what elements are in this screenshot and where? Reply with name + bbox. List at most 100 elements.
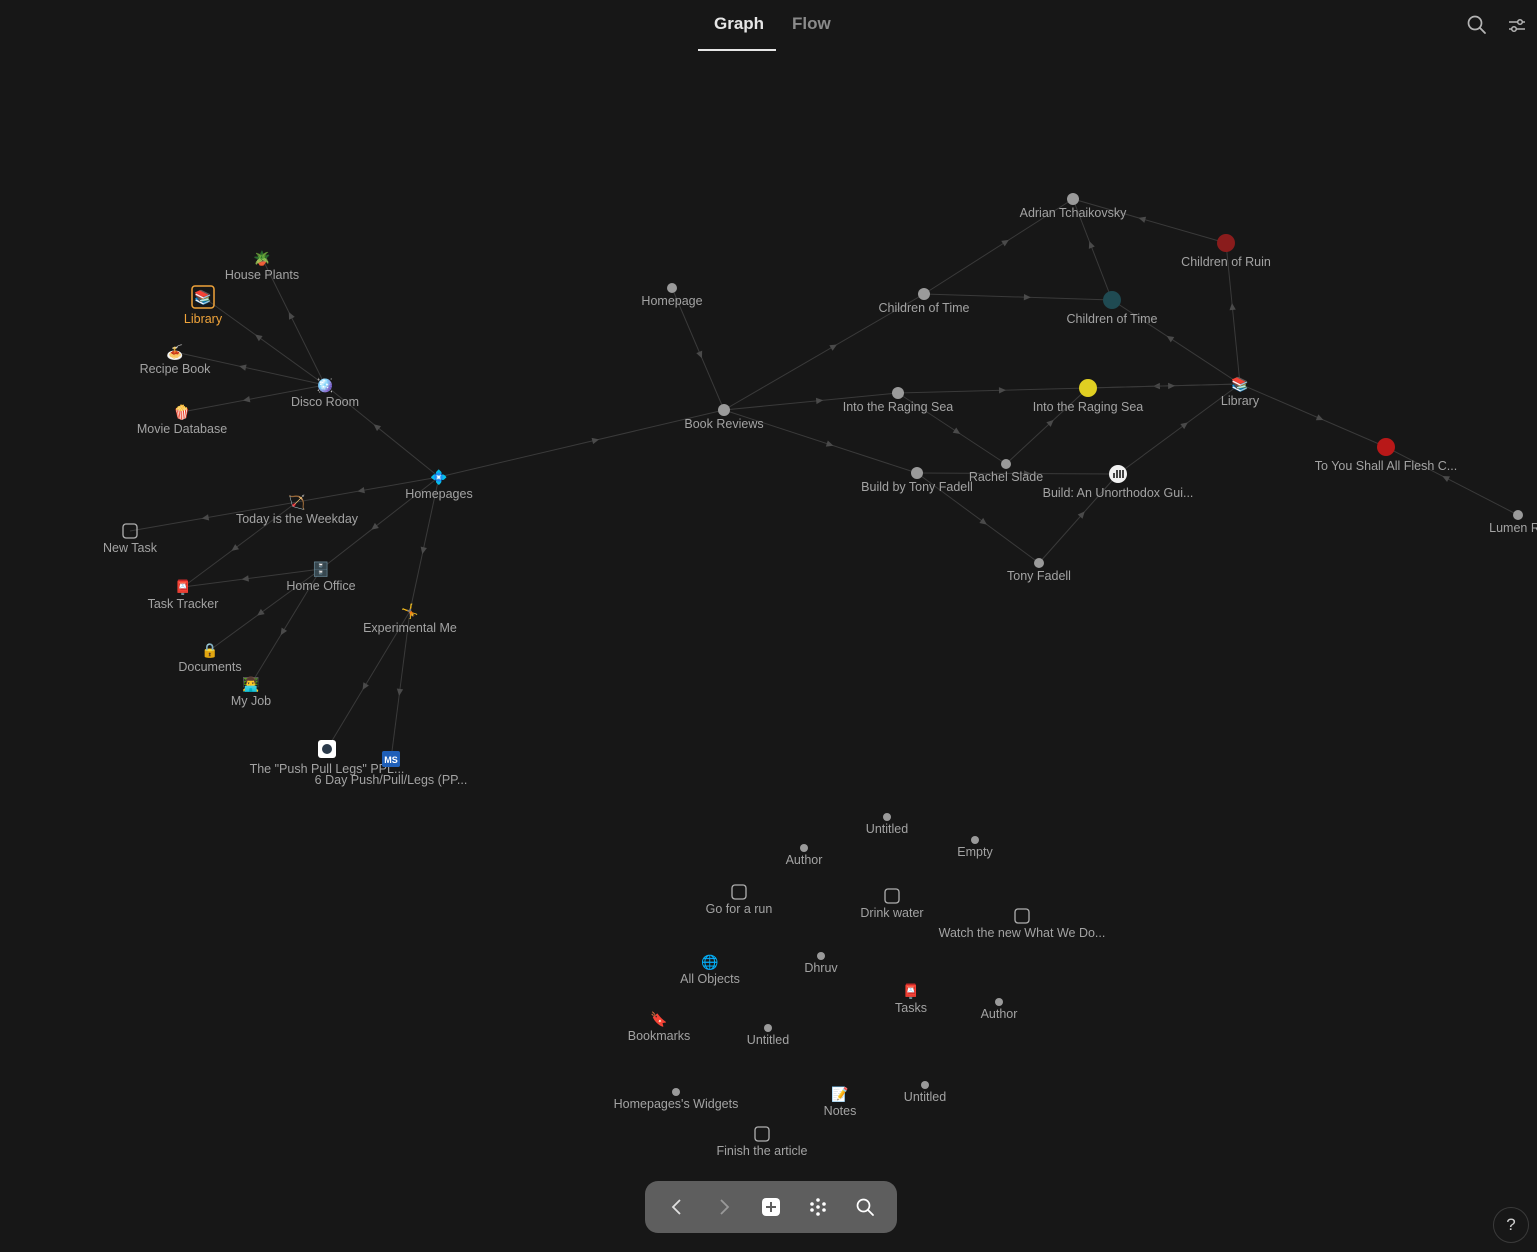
- graph-node-children-ruin[interactable]: Children of Ruin: [1181, 234, 1271, 269]
- bar-glyph: [1122, 470, 1124, 478]
- graph-node-dhruv[interactable]: Dhruv: [804, 952, 838, 975]
- graph-node-house-plants[interactable]: 🪴House Plants: [225, 249, 299, 282]
- node-emoji-icon: 👨‍💻: [242, 676, 259, 693]
- edge-arrow-icon: [952, 427, 961, 434]
- graph-node-lumen[interactable]: Lumen Re: [1489, 510, 1537, 535]
- graph-edge: [1239, 383, 1387, 448]
- graph-node-notes[interactable]: 📝Notes: [824, 1086, 857, 1118]
- graph-nodes: 🪴House Plants📚Library🍝Recipe Book🪩Disco …: [103, 193, 1537, 1158]
- node-dot-icon: [1001, 459, 1011, 469]
- book-cover-icon: [1103, 291, 1121, 309]
- graph-node-my-job[interactable]: 👨‍💻My Job: [231, 676, 271, 708]
- graph-node-build-tony[interactable]: Build by Tony Fadell: [861, 467, 973, 494]
- node-dot-icon: [764, 1024, 772, 1032]
- graph-button[interactable]: [800, 1189, 836, 1225]
- create-button[interactable]: [753, 1189, 789, 1225]
- node-label: Children of Time: [1066, 312, 1157, 326]
- node-emoji-icon: 📮: [174, 579, 191, 596]
- graph-canvas[interactable]: 🪴House Plants📚Library🍝Recipe Book🪩Disco …: [0, 0, 1537, 1252]
- back-button[interactable]: [659, 1189, 695, 1225]
- edge-arrow-icon: [231, 544, 240, 551]
- graph-node-raging-sea-a[interactable]: Into the Raging Sea: [843, 387, 954, 414]
- checkbox-icon: [884, 888, 900, 904]
- graph-node-author-1[interactable]: Author: [786, 844, 823, 867]
- graph-node-book-reviews[interactable]: Book Reviews: [684, 404, 764, 431]
- node-emoji-icon: 🍿: [173, 404, 190, 421]
- bar-glyph: [1113, 473, 1115, 478]
- book-cover-icon: [1377, 438, 1395, 456]
- node-label: Drink water: [860, 906, 923, 920]
- edge-arrow-icon: [396, 688, 404, 696]
- graph-node-disco-room[interactable]: 🪩Disco Room: [291, 377, 359, 409]
- graph-node-author-2[interactable]: Author: [981, 998, 1018, 1021]
- graph-node-empty[interactable]: Empty: [957, 836, 993, 859]
- graph-node-movie-database[interactable]: 🍿Movie Database: [137, 404, 227, 436]
- graph-edge: [438, 409, 725, 478]
- node-label: Tony Fadell: [1007, 569, 1071, 583]
- node-emoji-icon: 🔖: [650, 1011, 667, 1028]
- graph-node-documents[interactable]: 🔒Documents: [178, 642, 241, 674]
- search-icon: [856, 1198, 875, 1216]
- node-label: Untitled: [866, 822, 908, 836]
- node-dot-icon: [911, 467, 923, 479]
- graph-node-untitled-1[interactable]: Untitled: [866, 813, 908, 836]
- graph-node-homepage[interactable]: Homepage: [641, 283, 703, 308]
- graph-node-go-for-run[interactable]: Go for a run: [706, 884, 773, 916]
- graph-node-adrian[interactable]: Adrian Tchaikovsky: [1020, 193, 1128, 220]
- node-label: Homepages: [405, 487, 472, 501]
- graph-node-tasks[interactable]: 📮Tasks: [895, 983, 927, 1015]
- node-dot-icon: [672, 1088, 680, 1096]
- graph-node-rachel-slade[interactable]: Rachel Slade: [969, 459, 1043, 484]
- edge-arrow-icon: [239, 364, 247, 371]
- graph-node-home-office[interactable]: 🗄️Home Office: [286, 561, 355, 593]
- node-label: Watch the new What We Do...: [939, 926, 1106, 940]
- graph-node-today-weekday[interactable]: 🏹Today is the Weekday: [236, 494, 359, 526]
- edge-arrow-icon: [241, 575, 249, 582]
- node-emoji-icon: 📝: [831, 1086, 848, 1103]
- graph-node-watch-what-we-do[interactable]: Watch the new What We Do...: [939, 908, 1106, 940]
- graph-node-drink-water[interactable]: Drink water: [860, 888, 924, 920]
- search-button[interactable]: [847, 1189, 883, 1225]
- node-label: Into the Raging Sea: [843, 400, 954, 414]
- graph-node-library-right[interactable]: 📚Library: [1221, 376, 1260, 408]
- graph-node-new-task[interactable]: New Task: [103, 523, 158, 555]
- graph-node-homepages[interactable]: 💠Homepages: [405, 469, 472, 501]
- node-dot-icon: [971, 836, 979, 844]
- graph-node-children-time-a[interactable]: Children of Time: [878, 288, 970, 315]
- edge-arrow-icon: [362, 682, 369, 690]
- node-dot-icon: [1067, 193, 1079, 205]
- graph-node-bookmarks[interactable]: 🔖Bookmarks: [628, 1011, 691, 1043]
- graph-node-raging-sea-b[interactable]: Into the Raging Sea: [1033, 379, 1144, 414]
- edge-arrow-icon: [1168, 382, 1176, 390]
- graph-node-untitled-2[interactable]: Untitled: [747, 1024, 789, 1047]
- node-dot-icon: [718, 404, 730, 416]
- graph-node-ppl[interactable]: The "Push Pull Legs" PPL...: [250, 740, 405, 776]
- graph-node-recipe-book[interactable]: 🍝Recipe Book: [140, 344, 212, 376]
- node-label: Untitled: [904, 1090, 946, 1104]
- node-label: Adrian Tchaikovsky: [1020, 206, 1128, 220]
- graph-node-library-left[interactable]: 📚 Library: [184, 285, 223, 326]
- help-button[interactable]: ?: [1493, 1207, 1529, 1243]
- node-label: Go for a run: [706, 902, 773, 916]
- node-label: Finish the article: [716, 1144, 807, 1158]
- node-dot-icon: [995, 998, 1003, 1006]
- edge-arrow-icon: [1180, 422, 1188, 430]
- graph-node-experimental-me[interactable]: 🤸Experimental Me: [363, 603, 457, 635]
- graph-node-to-you-shall[interactable]: To You Shall All Flesh C...: [1315, 438, 1457, 473]
- graph-node-build-guide[interactable]: Build: An Unorthodox Gui...: [1043, 465, 1194, 500]
- node-label: Tasks: [895, 1001, 927, 1015]
- node-emoji-icon: 🪴: [253, 249, 270, 267]
- graph-node-all-objects[interactable]: 🌐All Objects: [680, 954, 740, 986]
- node-emoji-icon: 🔒: [201, 642, 218, 659]
- node-emoji-icon: 📮: [902, 983, 919, 1000]
- node-label: Library: [1221, 394, 1260, 408]
- forward-button[interactable]: [706, 1189, 742, 1225]
- edge-arrow-icon: [1138, 216, 1147, 223]
- graph-node-homepages-widgets[interactable]: Homepages's Widgets: [614, 1088, 739, 1111]
- graph-node-children-time-b[interactable]: Children of Time: [1066, 291, 1158, 326]
- node-label: Book Reviews: [684, 417, 763, 431]
- graph-node-finish-article[interactable]: Finish the article: [716, 1126, 808, 1158]
- edge-arrow-icon: [998, 387, 1006, 394]
- graph-node-tony-fadell[interactable]: Tony Fadell: [1007, 558, 1071, 583]
- graph-node-untitled-3[interactable]: Untitled: [904, 1081, 946, 1104]
